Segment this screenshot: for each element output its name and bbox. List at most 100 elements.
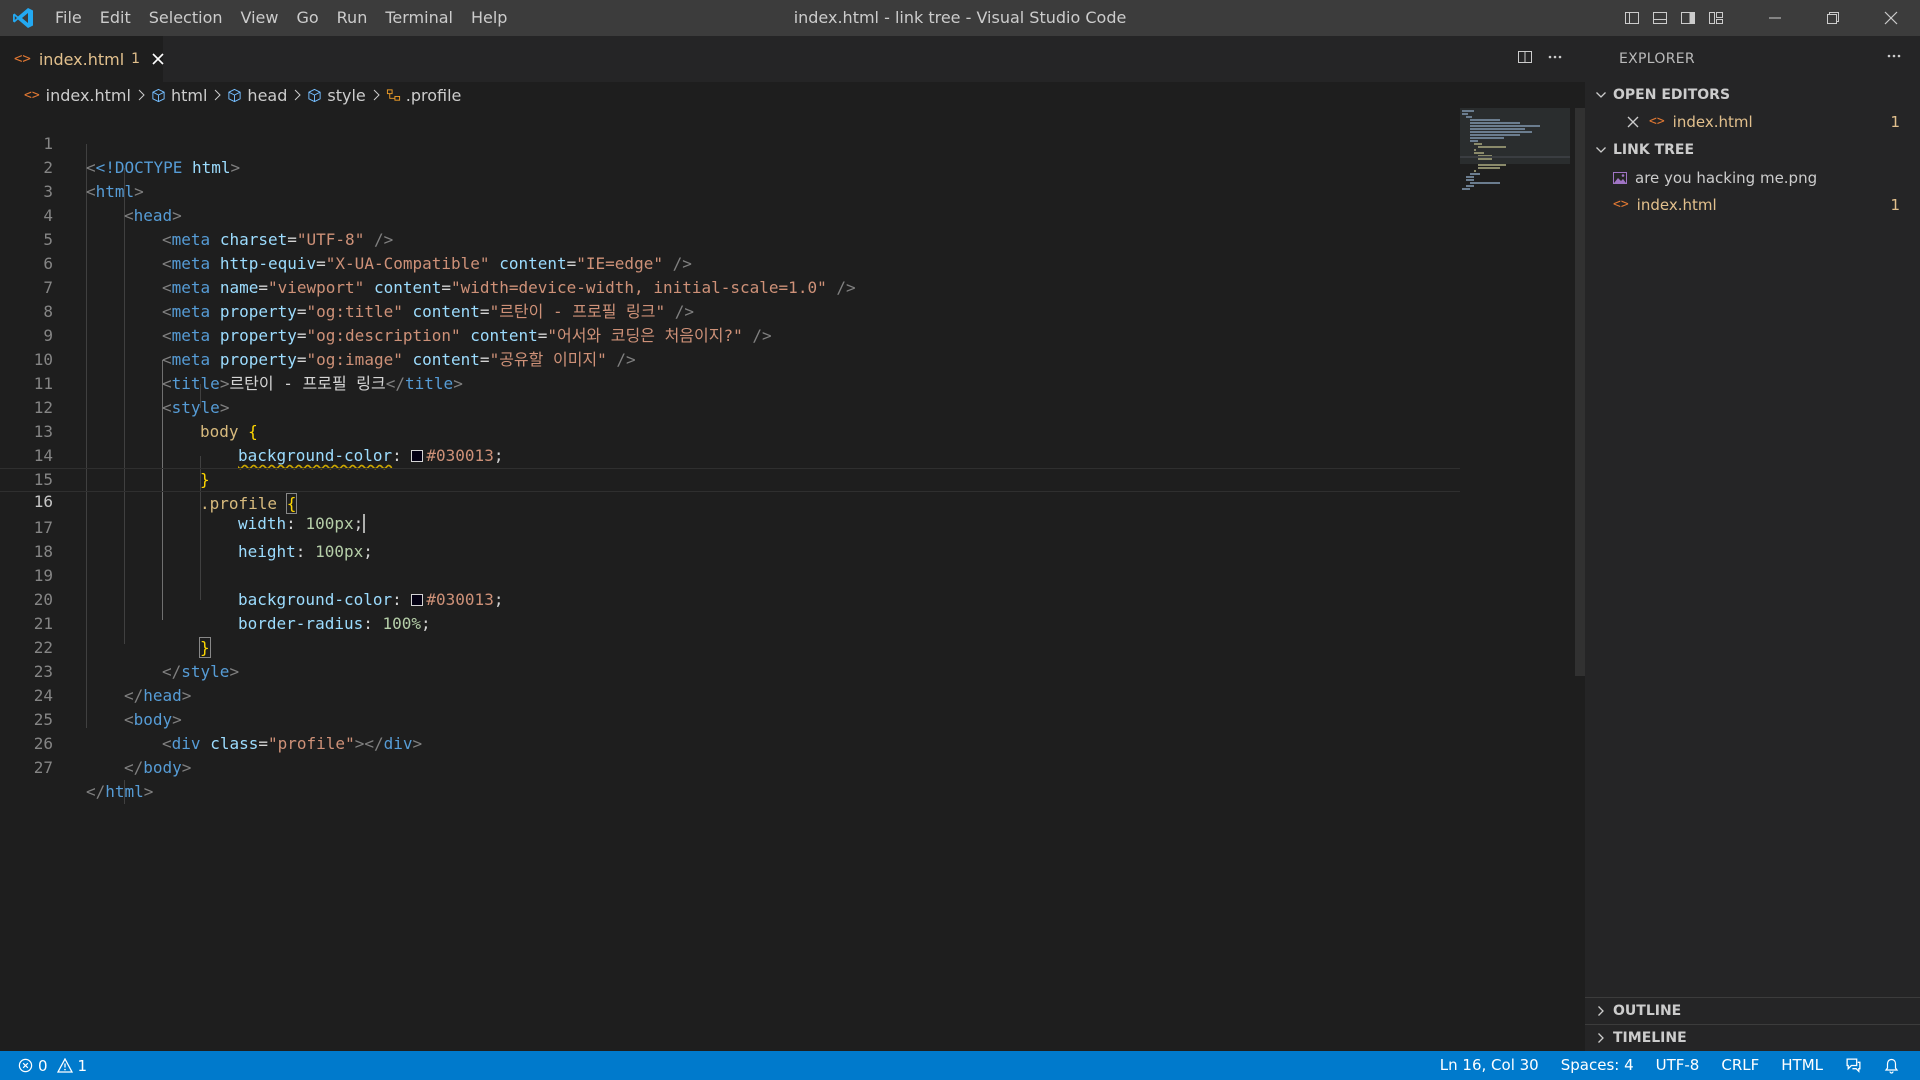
chevron-down-icon — [1593, 89, 1609, 101]
tab-problem-count: 1 — [131, 51, 141, 67]
menu-edit[interactable]: Edit — [91, 0, 140, 36]
breadcrumb-file[interactable]: <> index.html — [24, 86, 131, 105]
code-line: 23 </head> — [0, 636, 1460, 705]
code-line: 7 <meta property="og:title" content="르탄이… — [0, 252, 1460, 321]
breadcrumb-head-label: head — [247, 85, 288, 105]
end-of-line[interactable]: CRLF — [1710, 1051, 1770, 1080]
code-line: 9 <meta property="og:image" content="공유할… — [0, 300, 1460, 369]
tag: html — [105, 782, 144, 801]
symbol-element-icon — [151, 88, 166, 103]
menu-terminal[interactable]: Terminal — [376, 0, 462, 36]
chevron-right-icon — [1593, 1005, 1609, 1017]
breadcrumb-html-label: html — [170, 85, 208, 105]
customize-layout-icon[interactable] — [1702, 0, 1730, 36]
open-editor-item[interactable]: <> index.html 1 — [1585, 108, 1920, 135]
toggle-primary-sidebar-icon[interactable] — [1618, 0, 1646, 36]
language-mode[interactable]: HTML — [1770, 1051, 1834, 1080]
error-count: 0 — [38, 1056, 48, 1075]
html-file-icon: <> — [14, 51, 31, 67]
code-line: 21 } — [0, 588, 1460, 658]
minimap[interactable] — [1460, 108, 1570, 268]
section-outline[interactable]: OUTLINE — [1585, 998, 1920, 1024]
file-label: are you hacking me.png — [1635, 168, 1818, 187]
code-line: 17 height: 100px; — [0, 492, 1460, 561]
vscode-logo-icon — [0, 0, 46, 36]
section-label: LINK TREE — [1613, 142, 1695, 158]
warning-count: 1 — [77, 1056, 88, 1075]
line-number: 27 — [33, 758, 53, 777]
code-line: 2 <html> — [0, 132, 1460, 201]
chevron-right-icon — [213, 89, 222, 101]
code-line: 24 <body> — [0, 660, 1460, 729]
symbol-element-icon — [227, 88, 242, 103]
section-open-editors[interactable]: OPEN EDITORS — [1585, 82, 1920, 108]
code-line: 3 <head> — [0, 156, 1460, 225]
code-line: 8 <meta property="og:description" conten… — [0, 276, 1460, 345]
minimize-icon[interactable] — [1746, 0, 1804, 36]
chevron-right-icon — [372, 89, 380, 101]
menu-help[interactable]: Help — [462, 0, 516, 36]
status-bar: 0 1 Ln 16, Col 30 Spaces: 4 UTF-8 CRLF H… — [0, 1051, 1920, 1080]
feedback-icon[interactable] — [1834, 1057, 1873, 1074]
notifications-bell-icon[interactable] — [1873, 1058, 1910, 1074]
section-link-tree[interactable]: LINK TREE — [1585, 137, 1920, 163]
editor-tabs-bar: <> index.html 1 — [0, 36, 1585, 82]
section-timeline[interactable]: TIMELINE — [1585, 1025, 1920, 1051]
breadcrumb-style-label: style — [327, 85, 366, 105]
code-text: </html> — [86, 780, 153, 804]
close-editor-icon[interactable] — [1627, 116, 1639, 128]
menu-view[interactable]: View — [232, 0, 288, 36]
section-label: OPEN EDITORS — [1613, 87, 1731, 103]
breadcrumb-profile-label: .profile — [405, 85, 462, 105]
restore-icon[interactable] — [1804, 0, 1862, 36]
more-actions-icon[interactable] — [1547, 49, 1563, 69]
code-line: 1 <<!DOCTYPE html> — [0, 108, 1460, 177]
open-editor-label: index.html — [1672, 112, 1753, 131]
file-item-html[interactable]: <> index.html 1 — [1585, 191, 1920, 218]
code-editor[interactable]: 1 <<!DOCTYPE html> 2 <html> 3 <head> 4 <… — [0, 108, 1595, 1051]
chevron-right-icon — [1593, 1032, 1609, 1044]
toggle-panel-icon[interactable] — [1646, 0, 1674, 36]
problems-indicator[interactable]: 0 1 — [0, 1057, 87, 1075]
breadcrumb-profile[interactable]: .profile — [386, 85, 462, 105]
encoding[interactable]: UTF-8 — [1645, 1051, 1711, 1080]
code-line: 14 } — [0, 420, 1460, 489]
menu-file[interactable]: File — [46, 0, 91, 36]
breadcrumb-head[interactable]: head — [227, 86, 287, 105]
code-line: 12 body { — [0, 372, 1460, 441]
menu-run[interactable]: Run — [328, 0, 377, 36]
cursor-position[interactable]: Ln 16, Col 30 — [1429, 1051, 1550, 1080]
tag: body — [143, 758, 182, 777]
menu-go[interactable]: Go — [287, 0, 327, 36]
breadcrumb-html[interactable]: html — [151, 86, 207, 105]
code-line: 18 — [0, 516, 1460, 561]
html-file-icon: <> — [24, 87, 40, 103]
menu-selection[interactable]: Selection — [140, 0, 232, 36]
menu-bar: File Edit Selection View Go Run Terminal… — [46, 0, 516, 36]
toggle-secondary-sidebar-icon[interactable] — [1674, 0, 1702, 36]
code-line: 26 </body> — [0, 708, 1460, 777]
scrollbar-thumb[interactable] — [1575, 108, 1585, 676]
warning-icon — [56, 1058, 73, 1073]
symbol-class-icon — [386, 88, 401, 103]
explorer-title: EXPLORER — [1619, 51, 1695, 67]
tab-index-html[interactable]: <> index.html 1 — [0, 36, 164, 82]
indentation[interactable]: Spaces: 4 — [1550, 1051, 1645, 1080]
chevron-right-icon — [137, 89, 145, 101]
editor-actions — [1517, 36, 1563, 82]
code-line: 4 <meta charset="UTF-8" /> — [0, 180, 1460, 249]
error-icon — [18, 1058, 33, 1073]
file-label: index.html — [1636, 195, 1717, 214]
close-window-icon[interactable] — [1862, 0, 1920, 36]
code-line: 13 background-color: #030013; — [0, 396, 1460, 465]
chevron-down-icon — [1593, 144, 1609, 156]
code-line: 15 .profile { — [0, 444, 1460, 514]
code-line: 25 <div class="profile"></div> — [0, 684, 1460, 753]
code-line: 27 </html> — [0, 732, 1460, 801]
close-tab-icon[interactable] — [152, 50, 164, 68]
file-item-png[interactable]: are you hacking me.png — [1585, 164, 1920, 191]
more-actions-icon[interactable] — [1886, 48, 1902, 68]
title-bar: File Edit Selection View Go Run Terminal… — [0, 0, 1920, 36]
breadcrumb-style[interactable]: style — [307, 85, 366, 105]
split-editor-icon[interactable] — [1517, 49, 1533, 69]
